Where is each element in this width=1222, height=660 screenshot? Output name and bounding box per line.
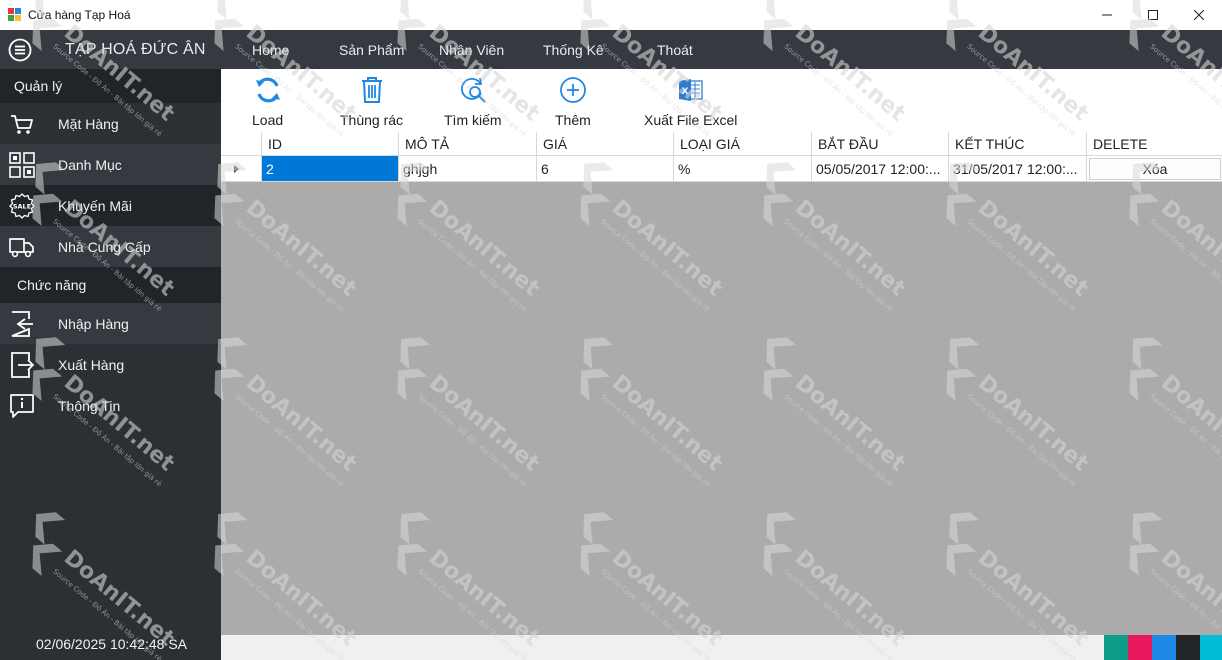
refresh-icon [255,77,280,103]
sign-in-icon [11,311,33,337]
cell-description[interactable]: ghjgh [399,156,537,182]
info-icon [10,394,34,418]
load-label: Load [252,112,284,128]
sign-out-icon [11,352,35,378]
sidebar-item-categories[interactable]: Danh Mục [0,144,221,185]
trash-icon [361,77,382,103]
svg-text:X: X [681,87,688,97]
close-icon [1194,10,1204,20]
load-button[interactable]: Load [252,75,283,128]
search-refresh-icon [460,77,486,103]
table-row[interactable]: 2 ghjgh 6 % 05/05/2017 12:00:... 31/05/2… [221,156,1222,182]
window-title: Cửa hàng Tạp Hoá [28,8,131,22]
cart-icon [11,115,33,134]
search-label: Tìm kiếm [444,112,502,128]
search-button[interactable]: Tìm kiếm [444,75,502,128]
minimize-icon [1102,14,1112,16]
window-titlebar: Cửa hàng Tạp Hoá [0,0,1222,30]
sidebar-item-export[interactable]: Xuất Hàng [0,344,221,385]
cell-start[interactable]: 05/05/2017 12:00:... [812,156,949,182]
nav-employees[interactable]: Nhân Viên [439,42,504,58]
column-header-delete[interactable]: DELETE [1087,132,1222,155]
grid-icon [9,152,35,178]
sidebar-item-products[interactable]: Mặt Hàng [0,103,221,144]
data-grid: ID MÔ TẢ GIÁ LOẠI GIÁ BẮT ĐẦU KẾT THÚC D… [221,132,1222,635]
sidebar-item-label: Xuất Hàng [58,356,125,373]
color-swatch-dark[interactable] [1176,635,1200,660]
trash-label: Thùng rác [340,112,404,128]
column-header-price[interactable]: GIÁ [537,132,674,155]
column-header-price-type[interactable]: LOẠI GIÁ [674,132,812,155]
truck-icon [9,238,34,258]
export-label: Xuất File Excel [644,112,738,128]
excel-icon: X [678,79,703,101]
close-button[interactable] [1176,0,1222,30]
status-bar [221,635,1222,660]
color-swatch-blue[interactable] [1152,635,1176,660]
grid-header-row: ID MÔ TẢ GIÁ LOẠI GIÁ BẮT ĐẦU KẾT THÚC D… [221,132,1222,156]
top-navigation: TẠP HOÁ ĐỨC ÂN Home Sản Phẩm Nhân Viên T… [0,30,1222,69]
nav-products[interactable]: Sản Phẩm [339,42,404,58]
cell-price[interactable]: 6 [537,156,674,182]
sidebar-item-label: Nhập Hàng [58,315,129,332]
trash-button[interactable]: Thùng rác [340,75,403,128]
export-excel-button[interactable]: X Xuất File Excel [644,75,737,128]
delete-button[interactable]: Xóa [1089,157,1221,180]
nav-home[interactable]: Home [252,42,289,58]
sidebar: Quản lý Mặt Hàng Danh Mục SALE Khuyến Mã… [0,69,221,660]
nav-exit[interactable]: Thoát [657,42,693,58]
minimize-button[interactable] [1084,0,1130,30]
cell-price-type[interactable]: % [674,156,812,182]
column-header-end[interactable]: KẾT THÚC [949,132,1087,155]
color-swatch-teal[interactable] [1104,635,1128,660]
column-header-id[interactable]: ID [262,132,399,155]
grid-corner [221,132,262,155]
sidebar-item-label: Thông Tin [58,397,121,414]
row-header[interactable] [221,156,262,182]
cell-delete: Xóa [1087,156,1222,182]
sidebar-item-info[interactable]: Thông Tin [0,385,221,426]
add-button[interactable]: Thêm [555,75,591,128]
sidebar-item-suppliers[interactable]: Nhà Cung Cấp [0,226,221,267]
sidebar-item-label: Danh Mục [58,156,122,173]
cell-id[interactable]: 2 [262,156,399,182]
cell-end[interactable]: 31/05/2017 12:00:... [949,156,1087,182]
row-pointer-icon [234,164,239,173]
sidebar-item-label: Nhà Cung Cấp [58,238,151,255]
column-header-start[interactable]: BẮT ĐẦU [812,132,949,155]
app-icon [8,8,22,22]
clock-label: 02/06/2025 10:42:48 SA [36,636,188,652]
column-header-description[interactable]: MÔ TẢ [399,132,537,155]
sidebar-item-label: Khuyến Mãi [58,197,132,214]
add-label: Thêm [555,112,591,128]
sidebar-item-label: Mặt Hàng [58,115,119,132]
hamburger-menu-icon[interactable] [8,38,32,62]
sidebar-item-promotions[interactable]: SALE Khuyến Mãi [0,185,221,226]
sale-icon: SALE [9,193,35,219]
svg-text:SALE: SALE [13,203,31,211]
plus-circle-icon [559,77,586,103]
sidebar-item-import[interactable]: Nhập Hàng [0,303,221,344]
brand-title: TẠP HOÁ ĐỨC ÂN [65,40,206,58]
sidebar-section-management: Quản lý [0,69,221,103]
color-swatch-cyan[interactable] [1200,635,1222,660]
maximize-button[interactable] [1130,0,1176,30]
color-swatch-pink[interactable] [1128,635,1152,660]
maximize-icon [1148,10,1158,20]
nav-statistics[interactable]: Thống Kê [543,42,604,58]
toolbar: Load Thùng rác Tìm kiếm Thêm X Xuất File… [221,69,1222,132]
sidebar-section-functions: Chức năng [0,267,221,303]
